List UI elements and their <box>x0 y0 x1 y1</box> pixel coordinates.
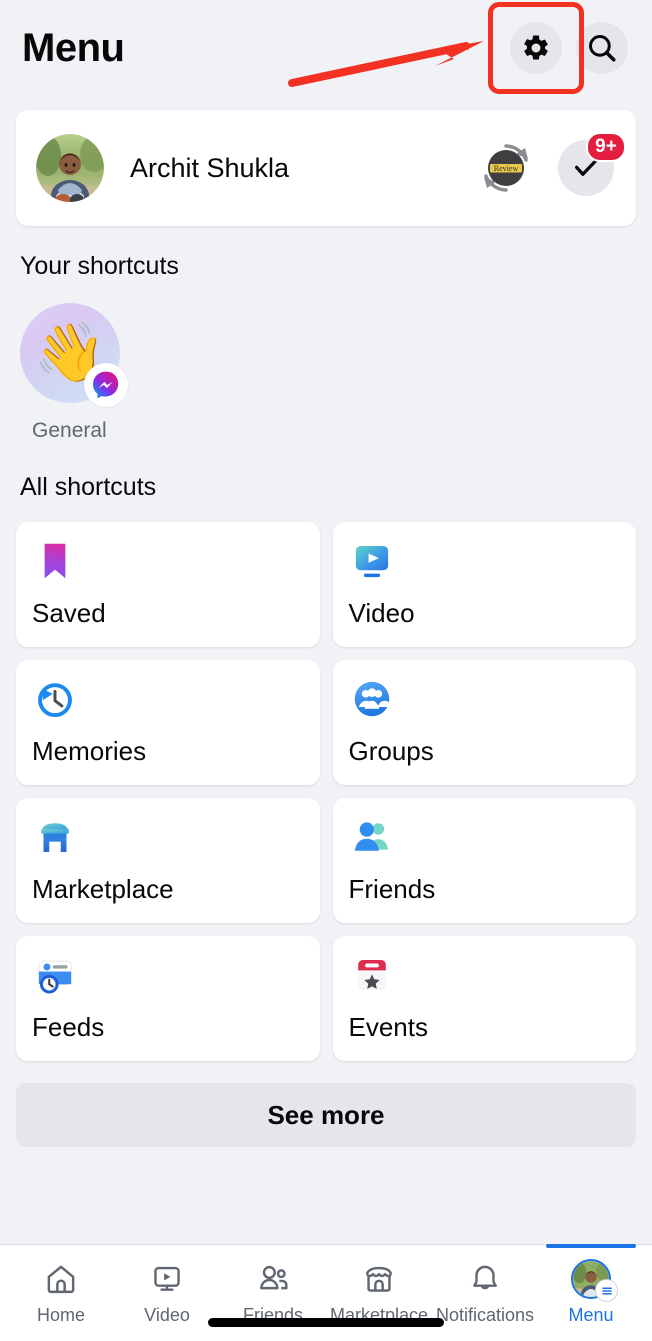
search-button[interactable] <box>576 22 628 74</box>
nav-label: Video <box>144 1305 190 1325</box>
app-screen: Menu Archit Shukla Review 9+ Your shortc… <box>0 0 652 1341</box>
all-shortcuts-grid: Saved Video Memories Groups Marketplace … <box>16 522 636 1061</box>
shortcut-card-marketplace[interactable]: Marketplace <box>16 798 320 923</box>
shortcut-card-label: Friends <box>348 874 436 904</box>
settings-button-circle[interactable] <box>510 22 562 74</box>
nav-icon-wrap <box>44 1259 78 1299</box>
feeds-card-clock-icon <box>38 960 72 994</box>
active-tab-indicator <box>546 1244 636 1248</box>
gear-icon <box>524 35 548 60</box>
messenger-badge <box>84 363 128 407</box>
nav-item-menu[interactable]: Menu <box>538 1244 644 1341</box>
shortcut-card-groups[interactable]: Groups <box>332 660 636 785</box>
home-icon <box>47 1265 75 1294</box>
shortcut-card-label: Events <box>348 1012 429 1042</box>
shortcut-card-video[interactable]: Video <box>332 522 636 647</box>
all-shortcuts-heading: All shortcuts <box>20 473 157 501</box>
review-refresh-icon: Review <box>484 144 528 192</box>
nav-icon-wrap <box>150 1259 184 1299</box>
search-icon <box>589 35 616 62</box>
bell-icon <box>473 1265 497 1290</box>
review-badge[interactable]: Review <box>478 140 534 196</box>
nav-label: Home <box>36 1305 85 1325</box>
nav-icon-wrap <box>362 1259 396 1299</box>
menu-avatar-wrap <box>571 1259 618 1302</box>
your-shortcuts-heading: Your shortcuts <box>20 252 179 280</box>
header-actions <box>488 2 628 94</box>
hamburger-icon <box>601 1286 612 1295</box>
nav-item-video[interactable]: Video <box>114 1245 220 1341</box>
shortcut-card-feeds[interactable]: Feeds <box>16 936 320 1061</box>
shortcut-card-label: Groups <box>348 736 434 766</box>
video-play-icon <box>355 546 388 578</box>
shortcut-card-label: Saved <box>32 598 106 628</box>
clock-history-icon <box>38 683 72 718</box>
shortcut-card-label: Video <box>348 598 415 628</box>
nav-icon-wrap <box>571 1259 618 1302</box>
profile-name: Archit Shukla <box>130 152 290 183</box>
calendar-star-icon <box>357 960 386 990</box>
nav-icon-wrap <box>468 1259 502 1299</box>
bookmark-icon <box>44 543 66 579</box>
groups-people-icon <box>354 681 392 717</box>
shortcut-card-events[interactable]: Events <box>332 936 636 1061</box>
friends-people-icon <box>354 822 388 851</box>
pending-requests-button[interactable]: 9+ <box>558 132 626 196</box>
shortcut-card-label: Memories <box>32 736 147 766</box>
notification-count-badge: 9+ <box>586 132 626 162</box>
avatar[interactable] <box>36 134 104 202</box>
shortcut-item-general[interactable]: 👋 General <box>20 303 144 443</box>
shortcut-label: General <box>32 419 107 442</box>
storefront-icon <box>41 823 69 852</box>
shortcut-card-label: Feeds <box>32 1012 105 1042</box>
nav-label: Menu <box>568 1305 614 1325</box>
page-title: Menu <box>22 25 125 70</box>
home-indicator <box>208 1318 444 1327</box>
menu-hamburger-badge <box>595 1279 618 1302</box>
messenger-icon <box>93 371 119 399</box>
nav-icon-wrap <box>256 1259 290 1299</box>
menu-scroll-area: Archit Shukla Review 9+ Your shortcuts 👋… <box>0 96 652 1244</box>
nav-item-home[interactable]: Home <box>8 1245 114 1341</box>
shortcut-card-friends[interactable]: Friends <box>332 798 636 923</box>
see-more-button[interactable]: See more <box>16 1083 636 1147</box>
shortcut-card-memories[interactable]: Memories <box>16 660 320 785</box>
marketplace-icon <box>365 1266 393 1292</box>
shortcut-avatar[interactable]: 👋 <box>20 303 128 407</box>
profile-card[interactable]: Archit Shukla Review 9+ <box>16 110 636 226</box>
friends-icon <box>260 1265 288 1290</box>
video-icon <box>154 1266 180 1291</box>
settings-button[interactable] <box>488 2 584 94</box>
shortcut-card-saved[interactable]: Saved <box>16 522 320 647</box>
review-badge-text: Review <box>494 164 519 173</box>
shortcut-card-label: Marketplace <box>32 874 174 904</box>
page-header: Menu <box>0 0 652 96</box>
nav-label: Notifications <box>435 1305 535 1325</box>
your-shortcuts-row: 👋 General <box>16 303 636 443</box>
nav-item-notifications[interactable]: Notifications <box>432 1245 538 1341</box>
profile-photo <box>36 134 104 202</box>
